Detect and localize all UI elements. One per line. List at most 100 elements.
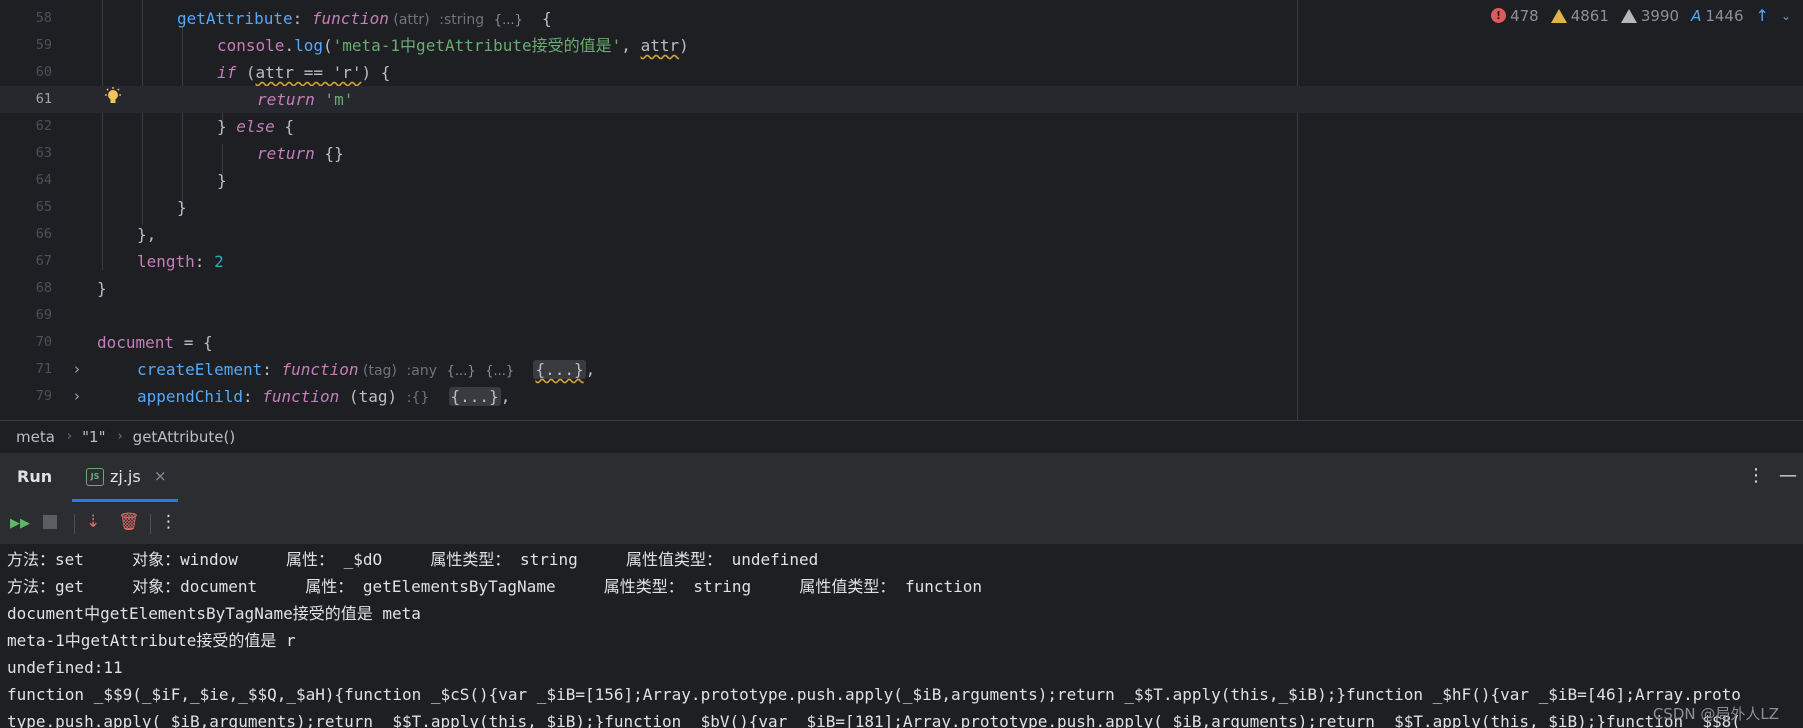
line-number: 64 xyxy=(35,172,52,188)
code-token: 'm' xyxy=(314,90,354,109)
code-token: ( xyxy=(322,36,333,55)
code-line-62: 62 } else { xyxy=(0,113,1803,140)
code-token: {} xyxy=(314,144,344,163)
warning-count[interactable]: 4861 xyxy=(1550,6,1609,25)
code-token: if xyxy=(217,63,237,82)
scroll-to-end-icon[interactable]: ⇣ xyxy=(86,512,100,532)
console-line: 方法：set 对象：window 属性： _$dO 属性类型： string 属… xyxy=(7,550,819,569)
weak-warning-count[interactable]: 3990 xyxy=(1620,6,1680,25)
more-options-icon[interactable]: ⋮ xyxy=(1747,465,1765,486)
inspection-widget[interactable]: ! 478 4861 3990 A 1446 ↑ ⌄ xyxy=(1491,6,1791,25)
code-line-66: 66 }, xyxy=(0,221,1803,248)
code-line-79: 79 › appendChild: function (tag) :{} {..… xyxy=(0,383,1803,410)
code-token: else xyxy=(236,117,275,136)
run-panel-title: Run xyxy=(17,467,53,486)
inlay-hint[interactable]: {...} xyxy=(485,364,514,379)
rerun-icon[interactable]: ▶▶ xyxy=(10,514,30,534)
code-token: : xyxy=(242,387,263,406)
typo-count-label: 1446 xyxy=(1705,6,1744,25)
breadcrumb-item[interactable]: getAttribute() xyxy=(133,428,236,446)
code-token: 'meta-1中getAttribute接受的值是' xyxy=(332,36,622,55)
code-line-61: 61 return 'm' xyxy=(0,86,1803,113)
code-line-60: 60 if (attr == 'r') { xyxy=(0,59,1803,86)
code-token: , xyxy=(621,36,641,55)
code-token: } xyxy=(217,117,237,136)
line-number: 70 xyxy=(35,334,52,350)
stop-button[interactable] xyxy=(43,514,57,534)
code-token: } xyxy=(217,171,227,190)
warning-icon xyxy=(1550,8,1567,23)
toolbar-divider xyxy=(74,514,75,534)
trash-icon[interactable]: 🗑 xyxy=(118,512,140,532)
error-count-label: 478 xyxy=(1510,6,1539,25)
run-toolbar: ▶▶ ⇣ 🗑 ⋮ xyxy=(0,502,1803,544)
inlay-hint[interactable]: {...} xyxy=(447,364,476,379)
javascript-file-icon: JS xyxy=(86,468,104,486)
code-line-59: 59 console.log('meta-1中getAttribute接受的值是… xyxy=(0,32,1803,59)
run-panel-header: Run JS zj.js × ⋮ — xyxy=(0,452,1803,502)
breadcrumb-item[interactable]: meta xyxy=(16,428,55,446)
code-line-64: 64 } xyxy=(0,167,1803,194)
line-number: 58 xyxy=(35,10,52,26)
line-number: 60 xyxy=(35,64,52,80)
type-hint: :string xyxy=(439,12,485,28)
arrow-up-icon[interactable]: ↑ xyxy=(1756,6,1769,25)
code-token: appendChild xyxy=(137,387,243,406)
code-token: getAttribute xyxy=(177,9,293,28)
more-options-icon[interactable]: ⋮ xyxy=(160,512,177,532)
code-token: = { xyxy=(174,333,213,352)
code-token: { xyxy=(522,9,552,28)
close-icon[interactable]: × xyxy=(154,467,167,485)
weak-warning-count-label: 3990 xyxy=(1640,6,1680,25)
line-number: 65 xyxy=(35,199,52,215)
line-number: 59 xyxy=(35,37,52,53)
chevron-right-icon: › xyxy=(117,429,123,444)
code-token: function xyxy=(281,360,359,379)
type-hint: :any xyxy=(406,363,438,379)
error-count[interactable]: ! 478 xyxy=(1491,7,1539,25)
code-token: } xyxy=(177,198,187,217)
code-token: , xyxy=(500,387,511,406)
code-token: return xyxy=(257,90,315,109)
line-number: 79 xyxy=(35,388,52,404)
tab-label: zj.js xyxy=(110,467,141,486)
error-icon: ! xyxy=(1491,8,1507,23)
code-token: (attr) xyxy=(388,12,430,28)
chevron-right-icon[interactable]: › xyxy=(74,383,80,410)
line-number: 62 xyxy=(35,118,52,134)
code-token: }, xyxy=(137,225,157,244)
chevron-right-icon[interactable]: › xyxy=(74,356,80,383)
breadcrumb-item[interactable]: "1" xyxy=(82,428,105,446)
code-token: function xyxy=(262,387,340,406)
line-number: 69 xyxy=(35,307,52,323)
code-token: document xyxy=(97,333,175,352)
code-line-69: 69 xyxy=(0,302,1803,329)
code-token: : xyxy=(262,360,282,379)
code-token: ) { xyxy=(361,63,391,82)
tab-zj-js[interactable]: JS zj.js × xyxy=(72,453,178,502)
minimize-icon[interactable]: — xyxy=(1779,465,1797,486)
chevron-down-icon[interactable]: ⌄ xyxy=(1781,9,1791,23)
console-line: document中getElementsByTagName接受的值是 meta xyxy=(7,604,421,623)
console-output[interactable]: 方法：set 对象：window 属性： _$dO 属性类型： string 属… xyxy=(0,544,1803,728)
warning-count-label: 4861 xyxy=(1570,6,1609,25)
code-line-68: 68 } xyxy=(0,275,1803,302)
line-number: 71 xyxy=(35,361,52,377)
folded-region[interactable]: {...} xyxy=(533,360,586,379)
code-token: return xyxy=(257,144,315,163)
code-token: , xyxy=(585,360,596,379)
code-editor[interactable]: 58 getAttribute: function (attr) :string… xyxy=(0,0,1803,420)
code-token: console xyxy=(217,36,285,55)
folded-region[interactable]: {...} xyxy=(448,387,501,406)
watermark: CSDN @局外人LZ xyxy=(1652,705,1779,723)
code-token: { xyxy=(274,117,295,136)
inlay-hint[interactable]: {...} xyxy=(494,13,523,28)
code-token: attr == 'r' xyxy=(255,63,362,82)
console-line: meta-1中getAttribute接受的值是 r xyxy=(7,631,296,650)
code-line-65: 65 } xyxy=(0,194,1803,221)
console-line: type.push.apply(_$iB,arguments);return _… xyxy=(7,712,1741,728)
typo-count[interactable]: A 1446 xyxy=(1691,7,1743,25)
line-number: 66 xyxy=(35,226,52,242)
weak-warning-icon xyxy=(1620,8,1637,23)
lightbulb-icon[interactable] xyxy=(104,87,122,107)
